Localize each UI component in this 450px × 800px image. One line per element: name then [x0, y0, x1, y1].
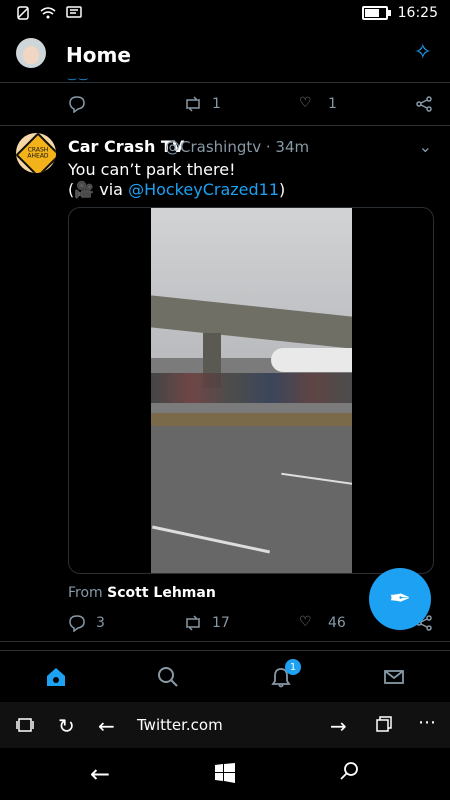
video-frame[interactable]	[151, 208, 352, 573]
battery-icon	[361, 6, 391, 20]
browser-bar: ↻ ← Twitter.com → ⋯	[0, 702, 450, 748]
share-icon[interactable]	[415, 95, 433, 113]
status-left	[16, 6, 82, 20]
page-title: Home	[66, 43, 131, 67]
tweet-text-line1: You can’t park there!	[68, 160, 236, 179]
wifi-icon	[40, 7, 56, 19]
prev-tweet-fragment: ‿ ‿	[68, 70, 88, 81]
no-sim-icon	[17, 6, 29, 20]
system-back-icon[interactable]: ←	[90, 760, 110, 788]
retweet-count: 1	[212, 96, 221, 112]
mention-link[interactable]: @HockeyCrazed11	[128, 180, 279, 199]
reply-icon[interactable]	[68, 95, 86, 113]
copy-window-icon[interactable]	[375, 715, 393, 737]
retweet-icon[interactable]	[183, 614, 203, 632]
tweet-text-suffix: )	[279, 180, 286, 199]
chevron-down-icon[interactable]: ⌄	[419, 137, 432, 156]
search-icon	[158, 667, 178, 687]
message-icon	[66, 6, 82, 18]
back-icon[interactable]: ←	[98, 714, 115, 738]
battery-level	[364, 9, 379, 17]
retweet-count: 17	[212, 615, 230, 631]
system-navbar: ←	[0, 748, 450, 800]
retweet-icon[interactable]	[183, 95, 203, 113]
tweet-media-video[interactable]	[68, 207, 434, 574]
tweet-text-prefix: (🎥 via	[68, 180, 129, 199]
tab-home[interactable]	[0, 651, 112, 703]
tweet-divider	[0, 641, 450, 642]
tab-search[interactable]	[112, 651, 224, 703]
system-search-icon[interactable]	[338, 760, 360, 786]
compose-feather-icon: ✒	[389, 584, 411, 614]
status-bar: 16:25	[0, 0, 450, 28]
prev-tweet-actions: 1 ♡ 1	[68, 95, 438, 115]
tweet-divider	[0, 125, 450, 126]
video-owner-name[interactable]: Scott Lehman	[107, 585, 216, 601]
profile-avatar[interactable]	[16, 38, 46, 68]
windows-start-icon[interactable]	[214, 762, 236, 788]
more-icon[interactable]: ⋯	[418, 712, 436, 733]
forward-icon[interactable]: →	[330, 714, 347, 738]
video-attribution: From Scott Lehman	[68, 585, 216, 601]
compose-tweet-button[interactable]: ✒	[369, 568, 431, 630]
clock: 16:25	[397, 5, 438, 21]
crash-ahead-sign-icon: CRASH AHEAD	[16, 133, 56, 173]
notification-badge: 1	[285, 659, 301, 675]
sparkle-icon[interactable]: ✧	[414, 40, 432, 65]
status-right: 16:25	[361, 5, 438, 21]
bottom-tab-bar: 1	[0, 650, 450, 703]
like-count: 1	[328, 96, 337, 112]
home-icon	[47, 668, 65, 686]
like-icon[interactable]: ♡	[299, 95, 312, 111]
url-field[interactable]: Twitter.com	[137, 716, 223, 734]
tab-notifications[interactable]: 1	[225, 651, 337, 703]
tabs-icon[interactable]	[16, 716, 34, 738]
refresh-icon[interactable]: ↻	[58, 714, 75, 738]
tab-messages[interactable]	[338, 651, 450, 703]
mail-icon	[384, 670, 404, 684]
reply-count: 3	[96, 615, 105, 631]
tweet-author-avatar[interactable]: CRASH AHEAD	[16, 133, 56, 173]
like-icon[interactable]: ♡	[299, 614, 312, 630]
tweet-text-line2: (🎥 via @HockeyCrazed11)	[68, 180, 285, 199]
tweet-author-handle: @Crashingtv · 34m	[165, 138, 310, 156]
like-count: 46	[328, 615, 346, 631]
reply-icon[interactable]	[68, 614, 86, 632]
